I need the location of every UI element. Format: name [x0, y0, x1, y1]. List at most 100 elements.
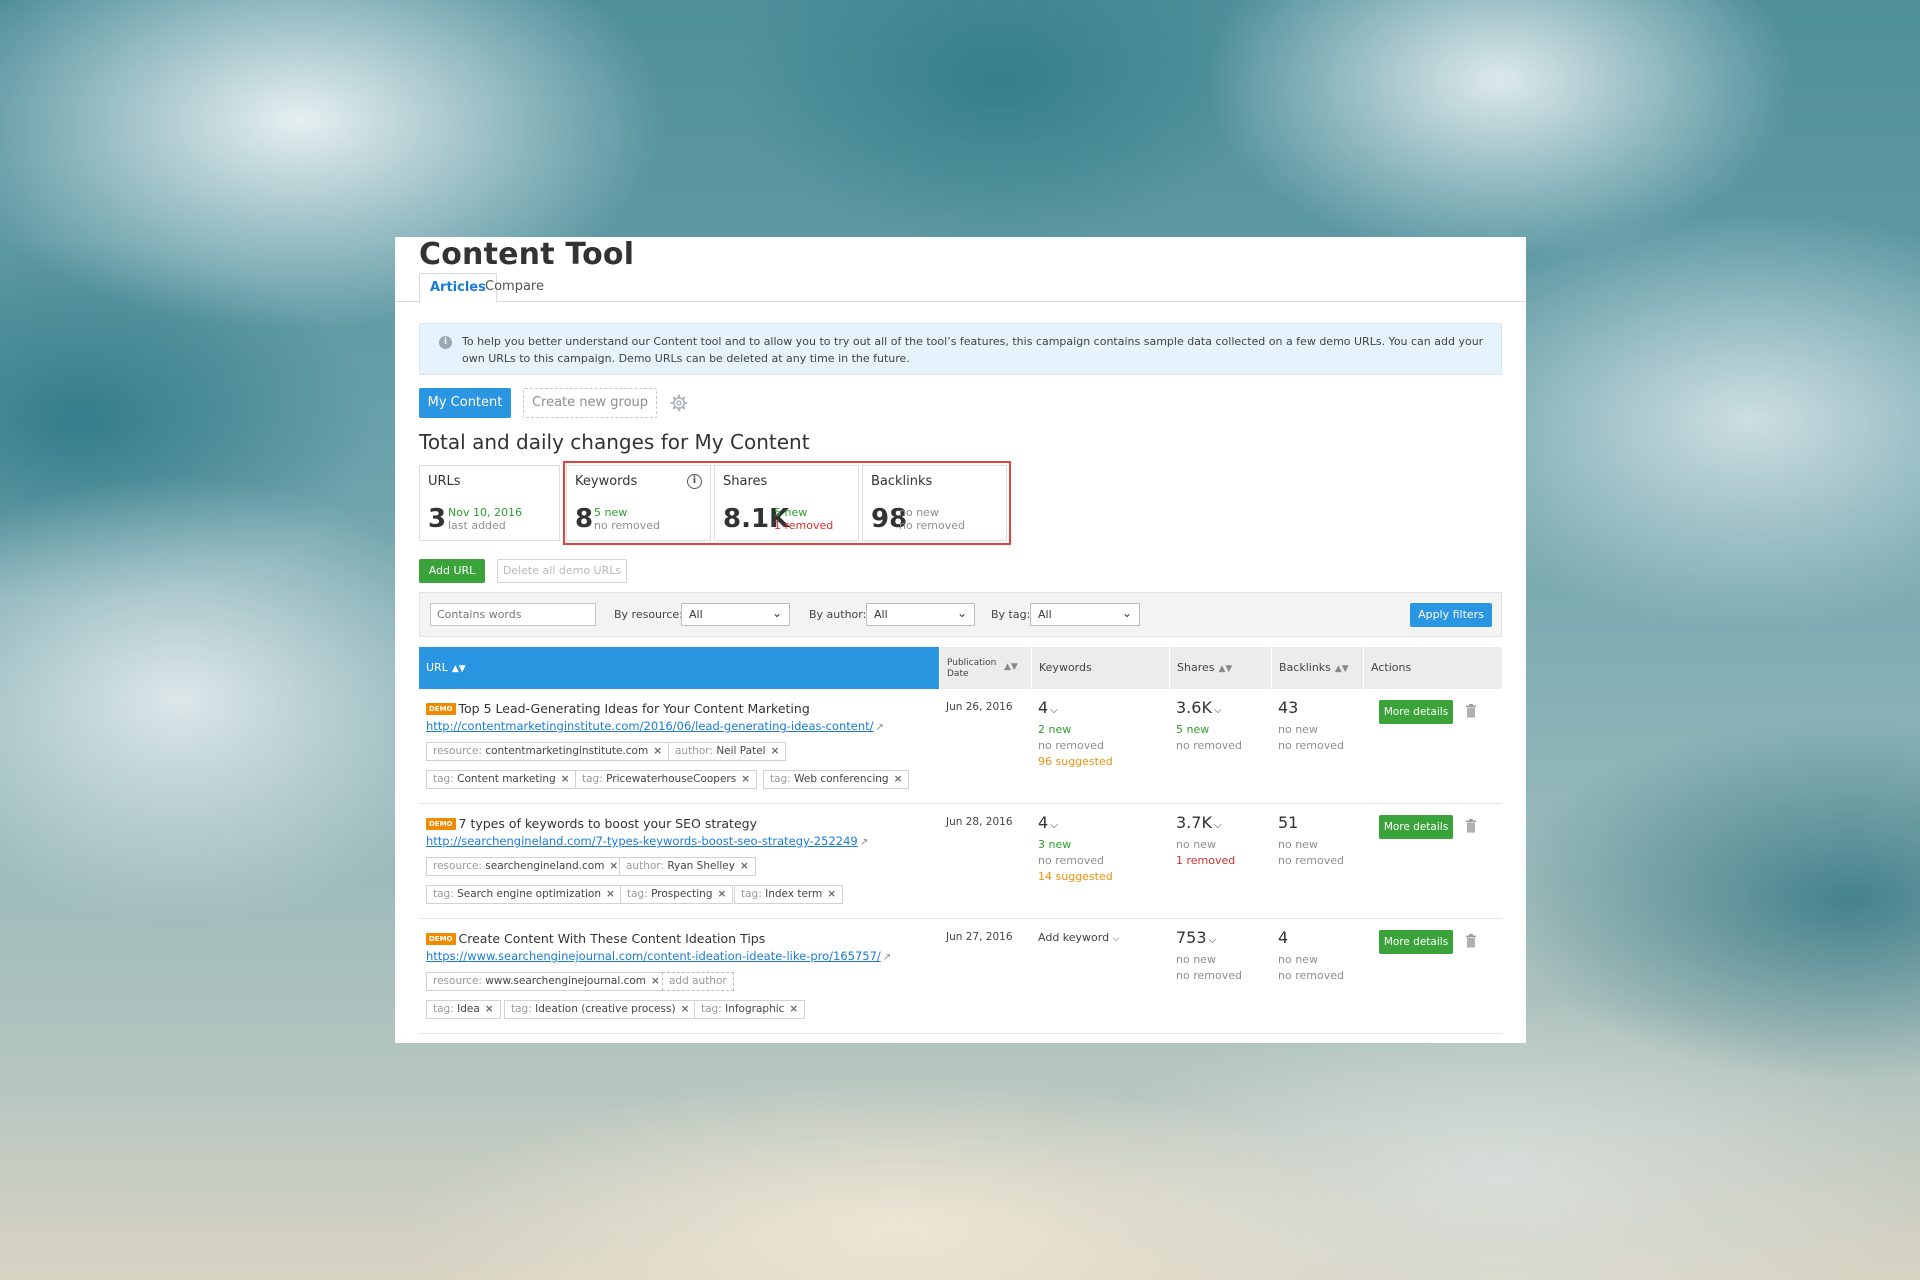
more-details-button[interactable]: More details	[1379, 700, 1453, 724]
sort-icon[interactable]: ▲▼	[452, 664, 466, 674]
keywords-value[interactable]: 4 ⌵	[1038, 698, 1058, 717]
backlinks-new: no new	[1278, 723, 1318, 736]
add-keyword-label[interactable]: Add keyword	[1038, 931, 1109, 944]
tag-chip[interactable]: tag: Web conferencing ×	[763, 770, 910, 789]
chevron-down-icon[interactable]: ⌵	[1214, 820, 1222, 831]
add-author-button[interactable]: add author	[662, 972, 734, 991]
contains-words-input[interactable]	[430, 603, 596, 626]
shares-value[interactable]: 753 ⌵	[1176, 928, 1216, 947]
column-header-keywords: Keywords	[1031, 647, 1169, 689]
add-url-button[interactable]: Add URL	[419, 559, 485, 583]
article-url-link[interactable]: http://contentmarketinginstitute.com/201…	[426, 719, 884, 733]
sort-icon[interactable]: ▲▼	[1004, 662, 1018, 673]
chevron-down-icon: ⌄	[1121, 606, 1132, 620]
article-url-link[interactable]: https://www.searchenginejournal.com/cont…	[426, 949, 891, 963]
tag-select[interactable]: All ⌄	[1030, 603, 1140, 626]
article-url-text[interactable]: https://www.searchenginejournal.com/cont…	[426, 949, 881, 963]
close-icon[interactable]: ×	[741, 773, 750, 785]
tag-chip[interactable]: tag: Idea ×	[426, 1000, 501, 1019]
backlinks-new: no new	[1278, 953, 1318, 966]
keywords-suggested[interactable]: 14 suggested	[1038, 869, 1113, 885]
close-icon[interactable]: ×	[827, 888, 836, 900]
demo-notice: i To help you better understand our Cont…	[419, 323, 1502, 375]
backlinks-value: 43	[1278, 698, 1299, 717]
article-title-text: Top 5 Lead-Generating Ideas for Your Con…	[458, 701, 810, 716]
close-icon[interactable]: ×	[718, 888, 727, 900]
close-icon[interactable]: ×	[485, 1003, 494, 1015]
shares-removed: no removed	[1176, 969, 1242, 982]
close-icon[interactable]: ×	[789, 1003, 798, 1015]
sort-icon[interactable]: ▲▼	[1335, 664, 1349, 674]
external-link-icon[interactable]: ↗	[883, 952, 891, 963]
tag-chip[interactable]: tag: Content marketing ×	[426, 770, 577, 789]
delete-demo-urls-button[interactable]: Delete all demo URLs	[497, 559, 627, 583]
apply-filters-button[interactable]: Apply filters	[1410, 603, 1492, 627]
close-icon[interactable]: ×	[606, 888, 615, 900]
trash-icon[interactable]	[1465, 819, 1477, 833]
close-icon[interactable]: ×	[653, 745, 662, 757]
tag-key: tag:	[741, 888, 762, 900]
tag-chip[interactable]: tag: Infographic ×	[694, 1000, 806, 1019]
create-new-group-button[interactable]: Create new group	[523, 388, 657, 418]
info-icon[interactable]: i	[687, 474, 702, 489]
article-url-text[interactable]: http://searchengineland.com/7-types-keyw…	[426, 834, 858, 848]
sort-icon[interactable]: ▲▼	[1218, 664, 1232, 674]
tag-chip[interactable]: tag: Index term ×	[734, 885, 844, 904]
tag-value: Content marketing	[457, 773, 556, 785]
column-header-url[interactable]: URL ▲▼	[419, 647, 939, 689]
trash-icon[interactable]	[1465, 934, 1477, 948]
chevron-down-icon[interactable]: ⌵	[1214, 705, 1222, 716]
stat-sub-line2: last added	[448, 519, 506, 532]
shares-value[interactable]: 3.7K ⌵	[1176, 813, 1222, 832]
close-icon[interactable]: ×	[651, 975, 660, 987]
gear-icon[interactable]	[670, 394, 688, 412]
my-content-button[interactable]: My Content	[419, 388, 511, 418]
keywords-value[interactable]: 4 ⌵	[1038, 813, 1058, 832]
chevron-down-icon[interactable]: ⌵	[1050, 705, 1058, 716]
column-header-shares[interactable]: Shares ▲▼	[1169, 647, 1271, 689]
author-tag[interactable]: author: Ryan Shelley ×	[619, 857, 756, 876]
tag-chip[interactable]: tag: PricewaterhouseCoopers ×	[575, 770, 758, 789]
article-url-link[interactable]: http://searchengineland.com/7-types-keyw…	[426, 834, 868, 848]
column-header-publication-date[interactable]: Publication Date ▲▼	[939, 647, 1031, 689]
stat-sub: Nov 10, 2016 last added	[448, 506, 522, 532]
keywords-suggested[interactable]: 96 suggested	[1038, 754, 1113, 770]
external-link-icon[interactable]: ↗	[860, 837, 868, 848]
shares-value[interactable]: 3.6K ⌵	[1176, 698, 1222, 717]
author-tag[interactable]: author: Neil Patel ×	[668, 742, 787, 761]
stat-card-backlinks[interactable]: Backlinks 98 no new no removed	[862, 465, 1007, 541]
resource-select[interactable]: All ⌄	[681, 603, 790, 626]
more-details-button[interactable]: More details	[1379, 815, 1453, 839]
external-link-icon[interactable]: ↗	[876, 722, 884, 733]
close-icon[interactable]: ×	[609, 860, 618, 872]
tag-chip[interactable]: tag: Search engine optimization ×	[426, 885, 622, 904]
stat-card-shares[interactable]: Shares 8.1K 5 new 1 removed	[714, 465, 859, 541]
close-icon[interactable]: ×	[740, 860, 749, 872]
tag-chip[interactable]: tag: Ideation (creative process) ×	[504, 1000, 697, 1019]
tab-compare[interactable]: Compare	[475, 273, 554, 302]
trash-icon[interactable]	[1465, 704, 1477, 718]
tag-chip[interactable]: tag: Prospecting ×	[620, 885, 734, 904]
close-icon[interactable]: ×	[771, 745, 780, 757]
tag-key: tag:	[511, 1003, 532, 1015]
more-details-button[interactable]: More details	[1379, 930, 1453, 954]
resource-tag[interactable]: resource: www.searchenginejournal.com ×	[426, 972, 667, 991]
article-url-text[interactable]: http://contentmarketinginstitute.com/201…	[426, 719, 874, 733]
shares-new: 5 new	[1176, 723, 1210, 736]
author-select[interactable]: All ⌄	[866, 603, 975, 626]
add-keyword-button[interactable]: Add keyword ⌵	[1038, 931, 1119, 944]
close-icon[interactable]: ×	[561, 773, 570, 785]
chevron-down-icon[interactable]: ⌵	[1113, 934, 1120, 944]
chevron-down-icon[interactable]: ⌵	[1209, 935, 1217, 946]
backlinks-changes: no new no removed	[1278, 722, 1344, 754]
stat-value: 8	[575, 504, 594, 534]
tag-key: tag:	[582, 773, 603, 785]
close-icon[interactable]: ×	[681, 1003, 690, 1015]
chevron-down-icon[interactable]: ⌵	[1050, 820, 1058, 831]
close-icon[interactable]: ×	[894, 773, 903, 785]
resource-tag[interactable]: resource: searchengineland.com ×	[426, 857, 626, 876]
resource-tag[interactable]: resource: contentmarketinginstitute.com ×	[426, 742, 669, 761]
shares-count: 753	[1176, 928, 1207, 947]
stat-card-keywords[interactable]: Keywords i 8 5 new no removed	[566, 465, 711, 541]
column-header-backlinks[interactable]: Backlinks ▲▼	[1271, 647, 1363, 689]
